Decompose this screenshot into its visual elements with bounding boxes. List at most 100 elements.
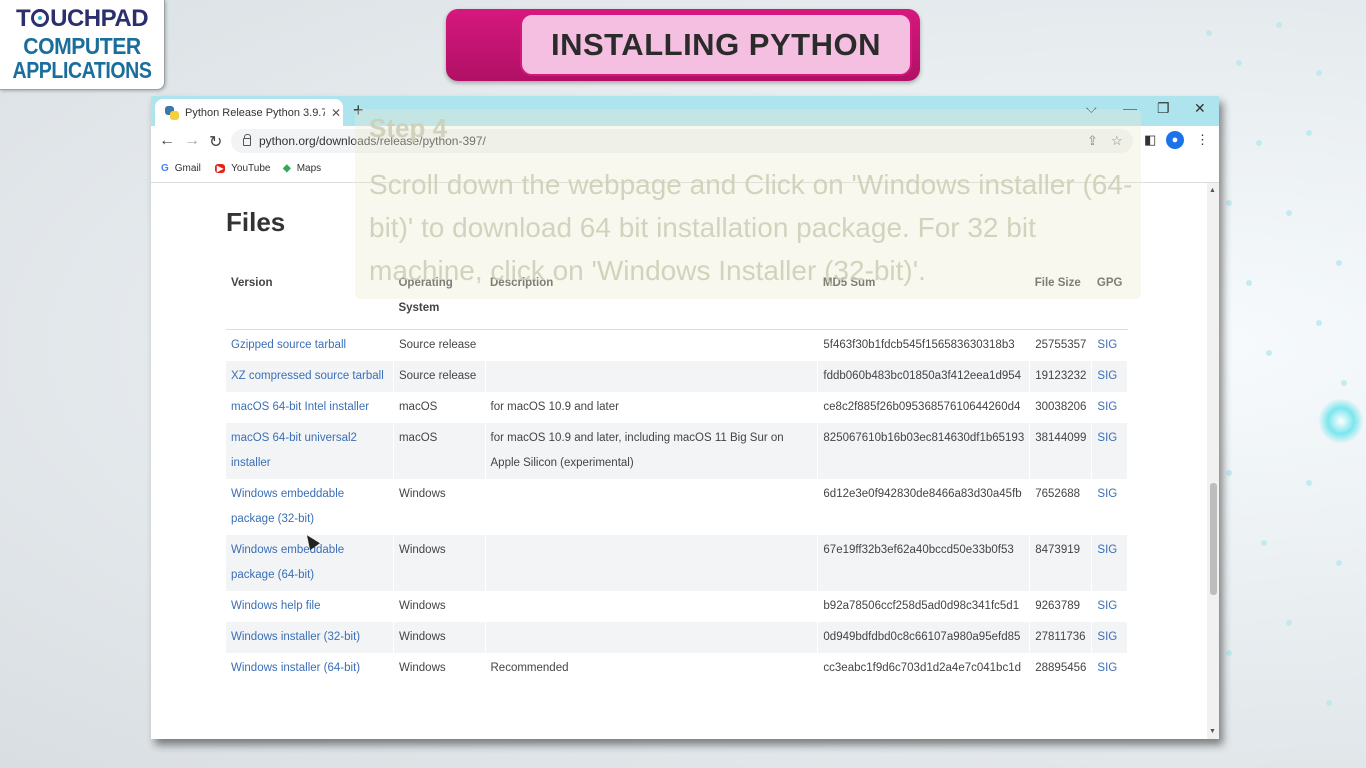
file-size-cell: 27811736 [1029,622,1093,653]
back-arrow-icon[interactable]: ← [159,132,175,150]
gpg-sig-link[interactable]: SIG [1097,339,1117,351]
gpg-sig-link[interactable]: SIG [1097,600,1117,612]
file-size-cell: 9263789 [1029,591,1093,622]
scroll-thumb[interactable] [1210,483,1217,595]
forward-arrow-icon[interactable]: → [184,132,200,150]
os-cell: Windows [398,544,446,556]
os-cell: Source release [393,361,486,392]
os-cell: macOS [393,423,486,479]
download-link[interactable]: Windows installer (32-bit) [231,631,360,643]
file-size-cell: 30038206 [1035,401,1087,413]
description-cell [485,329,819,361]
bookmark-gmail[interactable]: G Gmail [161,163,201,174]
os-cell: Windows [393,622,486,653]
gpg-sig-link[interactable]: SIG [1097,370,1117,382]
profile-avatar-icon[interactable]: ● [1166,131,1184,149]
download-link[interactable]: Windows embeddable package (32-bit) [231,488,344,525]
md5-cell: 5f463f30b1fdcb545f156583630318b3 [817,329,1031,361]
gpg-sig-cell: SIG [1091,329,1128,361]
os-cell: Windows [393,479,486,535]
decorative-glow [1318,398,1364,444]
side-panel-icon[interactable]: ◧ [1144,132,1156,148]
gpg-sig-cell: SIG [1091,591,1128,622]
file-size-cell: 8473919 [1029,535,1093,591]
os-cell: Source release [393,329,486,361]
reload-icon[interactable]: ↻ [209,132,222,152]
md5-cell: ce8c2f885f26b09536857610644260d4 [817,392,1031,423]
file-size-cell: 19123232 [1029,361,1093,392]
gpg-sig-link[interactable]: SIG [1097,662,1117,674]
logo-line2: COMPUTER [23,33,141,59]
scroll-down-icon[interactable]: ▼ [1209,728,1216,735]
description-cell: Recommended [490,662,569,674]
gpg-sig-cell: SIG [1091,392,1128,423]
file-size-cell: 38144099 [1029,423,1093,479]
title-banner: INSTALLING PYTHON [446,9,920,81]
scrollbar[interactable]: ▲ ▼ [1207,183,1219,739]
file-size-cell: 7652688 [1029,479,1093,535]
download-link[interactable]: macOS 64-bit Intel installer [231,401,369,413]
table-row: Windows embeddable package (32-bit) Windo… [226,479,1128,535]
gpg-sig-link[interactable]: SIG [1097,488,1117,500]
file-size-cell: 19123232 [1035,370,1087,382]
youtube-icon: ▶ [215,164,226,173]
tab-close-icon[interactable]: ✕ [331,106,341,120]
md5-cell: 0d949bdfdbd0c8c66107a980a95efd85 [823,631,1021,643]
bookmark-label: Gmail [174,163,201,174]
restore-icon[interactable]: ❐ [1157,100,1170,117]
close-window-icon[interactable]: ✕ [1194,100,1206,117]
bookmark-maps[interactable]: ◆ Maps [283,163,321,174]
download-link[interactable]: Windows help file [231,600,320,612]
download-cell: Windows installer (32-bit) [226,622,394,653]
logo-line3: APPLICATIONS [12,57,152,83]
browser-tab[interactable]: Python Release Python 3.9.7 | Pyt ✕ [155,99,343,126]
logo-line1: T UCHPAD [15,5,149,32]
menu-kebab-icon[interactable]: ⋮ [1196,132,1209,148]
description-cell [485,622,819,653]
download-link[interactable]: macOS 64-bit universal2 installer [231,432,357,469]
download-cell: Windows embeddable package (32-bit) [226,479,394,535]
step-heading: Step 4 [369,113,448,143]
md5-cell: 825067610b16b03ec814630df1b65193 [823,432,1025,444]
table-row: Windows help file Windows b92a78506ccf258d… [226,591,1128,622]
gpg-sig-link[interactable]: SIG [1097,631,1117,643]
gpg-sig-cell: SIG [1091,361,1128,392]
md5-cell: 825067610b16b03ec814630df1b65193 [817,423,1031,479]
download-cell: Gzipped source tarball [226,329,394,361]
gpg-sig-cell: SIG [1091,622,1128,653]
gpg-sig-link[interactable]: SIG [1097,544,1117,556]
gpg-sig-cell: SIG [1091,535,1128,591]
md5-cell: b92a78506ccf258d5ad0d98c341fc5d1 [823,600,1020,612]
md5-cell: b92a78506ccf258d5ad0d98c341fc5d1 [817,591,1031,622]
download-link[interactable]: XZ compressed source tarball [231,370,384,382]
os-cell: Windows [393,653,486,684]
download-link[interactable]: Windows embeddable package (64-bit) [231,544,344,581]
download-cell: XZ compressed source tarball [226,361,394,392]
md5-cell: 67e19ff32b3ef62a40bccd50e33b0f53 [823,544,1014,556]
download-link[interactable]: Gzipped source tarball [231,339,346,351]
description-cell: Recommended [485,653,819,684]
os-cell: macOS [398,432,438,444]
gpg-sig-link[interactable]: SIG [1097,401,1117,413]
os-cell: Windows [398,600,446,612]
table-row: macOS 64-bit universal2 installer macOS fo… [226,423,1128,479]
file-size-cell: 9263789 [1035,600,1081,612]
files-heading: Files [226,207,286,237]
python-favicon-icon [165,105,179,120]
gpg-sig-link[interactable]: SIG [1097,432,1117,444]
md5-cell: cc3eabc1f9d6c703d1d2a4e7c041bc1d [823,662,1021,674]
lock-icon [243,134,251,146]
download-link[interactable]: Windows installer (64-bit) [231,662,360,674]
bookmark-label: Maps [296,163,322,174]
file-size-cell: 8473919 [1035,544,1081,556]
bookmark-youtube[interactable]: ▶ YouTube [215,163,270,174]
md5-cell: ce8c2f885f26b09536857610644260d4 [823,401,1021,413]
md5-cell: fddb060b483bc01850a3f412eea1d954 [817,361,1031,392]
md5-cell: 0d949bdfdbd0c8c66107a980a95efd85 [817,622,1031,653]
description-cell: for macOS 10.9 and later [485,392,819,423]
page-title: INSTALLING PYTHON [520,13,912,76]
file-size-cell: 7652688 [1035,488,1081,500]
scroll-up-icon[interactable]: ▲ [1209,187,1216,194]
bookmark-label: YouTube [231,163,271,174]
description-cell [485,361,819,392]
